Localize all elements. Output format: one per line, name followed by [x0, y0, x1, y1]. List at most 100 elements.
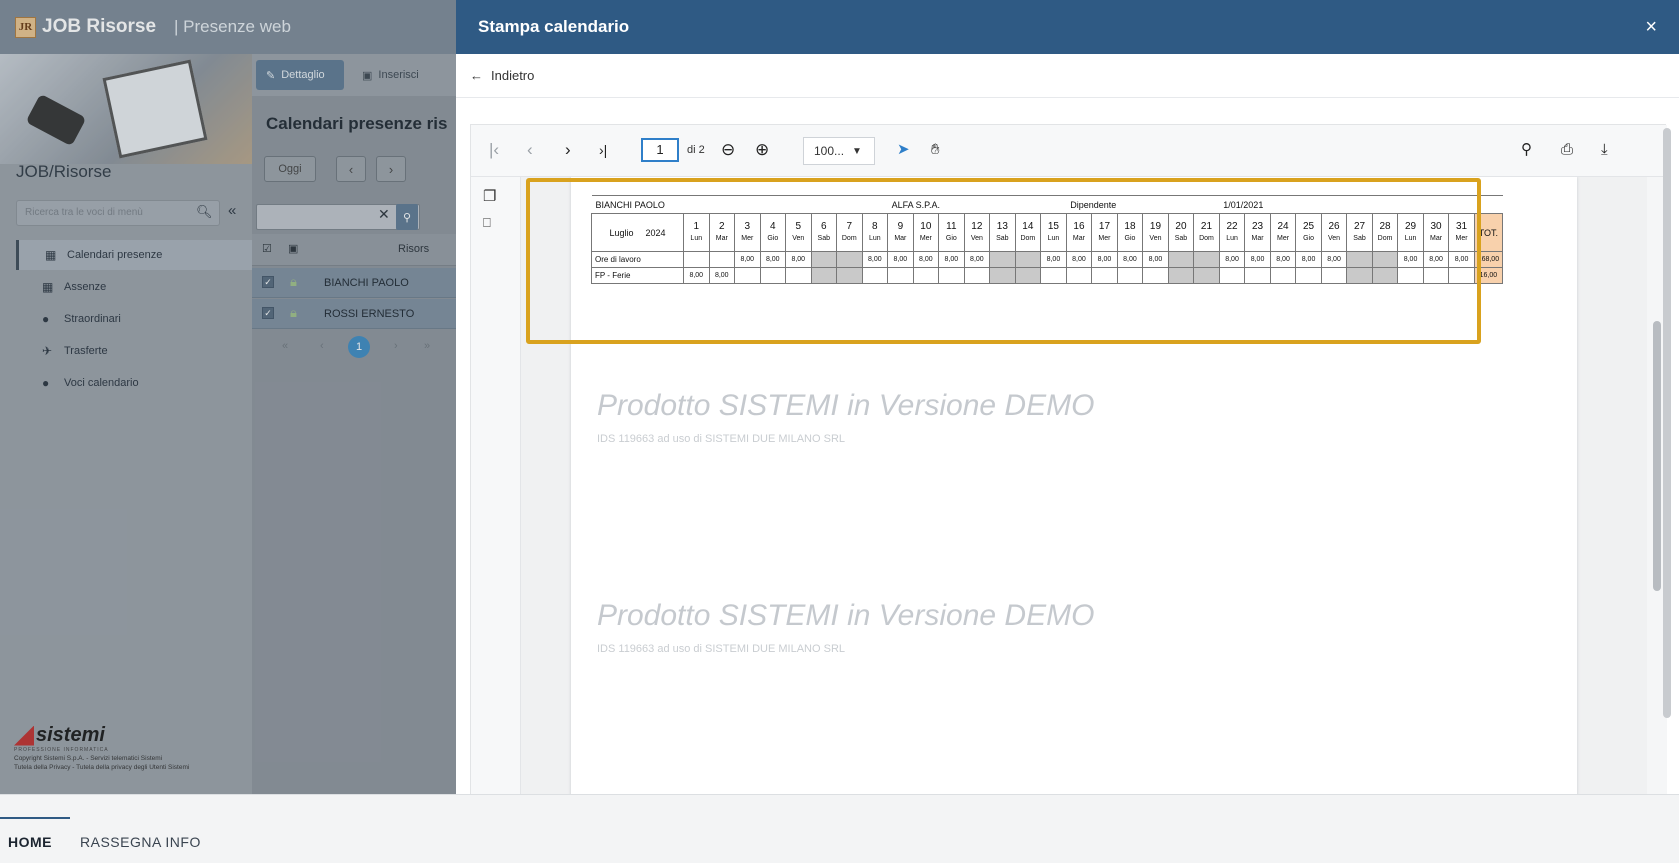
calendar-add-icon: ▣	[362, 69, 373, 82]
copyright-link[interactable]: Copyright Sistemi S.p.A. - Servizi telem…	[14, 755, 234, 762]
day-cell: 17 Mer	[1091, 213, 1118, 252]
prev-page-icon[interactable]: ‹	[320, 340, 324, 352]
value-cell: 8,00	[1142, 251, 1169, 268]
inserisci-button[interactable]: ▣ Inserisci	[354, 60, 419, 90]
select-all-checkbox[interactable]: ☑	[262, 242, 272, 255]
calendar-date: 1/01/2021	[1219, 195, 1503, 214]
value-cell	[1040, 267, 1067, 284]
page-number-input[interactable]: 1	[641, 138, 679, 162]
zoom-select[interactable]: 100... ▼	[803, 137, 875, 165]
value-cell	[1142, 267, 1169, 284]
value-cell	[1218, 267, 1246, 284]
column-risorsa[interactable]: Risors	[398, 243, 429, 255]
last-page-icon[interactable]: »	[424, 340, 430, 352]
day-cell: 11 Gio	[938, 213, 965, 252]
value-cell: 8,00	[1244, 251, 1271, 268]
menu-search-input[interactable]: Ricerca tra le voci di menù	[16, 200, 220, 226]
pages-icon[interactable]: ❐	[483, 187, 496, 205]
day-cell: 16 Mar	[1065, 213, 1093, 252]
last-page-icon[interactable]: ›|	[599, 141, 607, 159]
first-page-icon[interactable]: «	[282, 340, 288, 352]
calendar-days-row: Luglio 2024 1 Lun 2 Mar 3 Mer 4 Gio 5 Ven 6 Sab 7 Dom 8 L…	[590, 213, 1504, 252]
search-icon[interactable]: ⚲	[1521, 141, 1532, 159]
value-cell: 8,00	[1320, 251, 1348, 268]
day-cell: 26 Ven	[1320, 213, 1348, 252]
table-row[interactable]: ✓ 🔒︎ BIANCHI PAOLO	[252, 268, 456, 298]
download-icon[interactable]: ⤓	[1601, 141, 1608, 159]
search-button[interactable]: ⚲	[396, 204, 418, 230]
value-cell	[708, 251, 736, 268]
sidebar-item-assenze[interactable]: ▦ Assenze	[16, 272, 252, 302]
value-cell	[1116, 267, 1144, 284]
viewer-scrollbar-thumb[interactable]	[1653, 321, 1661, 591]
sidebar-item-straordinari[interactable]: ● Straordinari	[16, 304, 252, 334]
value-cell	[963, 267, 991, 284]
value-cell	[810, 267, 838, 284]
day-cell: 28 Dom	[1371, 213, 1399, 252]
calendar-icon: ▦	[42, 280, 54, 294]
oggi-button[interactable]: Oggi	[264, 156, 316, 182]
next-period-button[interactable]: ›	[376, 156, 406, 182]
clear-icon[interactable]: ✕	[378, 206, 390, 223]
value-cell	[912, 267, 940, 284]
sidebar-item-voci-calendario[interactable]: ● Voci calendario	[16, 368, 252, 398]
bookmark-icon[interactable]: ⎕	[483, 215, 491, 231]
next-page-icon[interactable]: ›	[394, 340, 398, 352]
value-cell	[1397, 267, 1424, 284]
sidebar-item-calendari-presenze[interactable]: ▦ Calendari presenze	[16, 240, 252, 270]
value-cell: 8,00	[1448, 251, 1475, 268]
print-calendar-dialog: Stampa calendario × ← Indietro |‹ ‹ › ›|…	[456, 0, 1679, 795]
dettaglio-button[interactable]: ✎ Dettaglio	[256, 60, 344, 90]
first-page-icon[interactable]: |‹	[489, 141, 499, 159]
zoom-out-icon[interactable]: ⊖	[721, 141, 735, 159]
hand-icon[interactable]: ✋︎	[931, 141, 940, 159]
table-row: Ore di lavoro 8,00 8,00 8,00 8,00 8,00 8,00 8,0…	[590, 251, 1504, 268]
day-cell: 20 Sab	[1167, 213, 1195, 252]
value-cell	[887, 267, 914, 284]
row-checkbox[interactable]: ✓	[262, 276, 274, 288]
grid-header: ☑ ▣ Risors	[252, 234, 456, 266]
value-cell: 8,00	[1040, 251, 1067, 268]
calendar-table: BIANCHI PAOLO ALFA S.P.A. Dipendente 1/01/2…	[590, 195, 1504, 284]
edit-icon: ✎	[266, 69, 276, 82]
demo-watermark: Prodotto SISTEMI in Versione DEMO	[597, 389, 1095, 422]
app-subtitle: | Presenze web	[174, 17, 291, 36]
sidebar: JOB/Risorse Ricerca tra le voci di menù …	[0, 54, 252, 794]
prev-page-icon[interactable]: ‹	[527, 141, 533, 159]
collapse-sidebar-icon[interactable]: «	[228, 202, 236, 219]
calendar-check-icon: ▣	[288, 243, 299, 255]
value-cell	[1014, 251, 1042, 268]
value-cell: 8,00	[912, 251, 940, 268]
table-row[interactable]: ✓ 🔒︎ ROSSI ERNESTO	[252, 299, 456, 329]
year-label: 2024	[645, 227, 666, 238]
zoom-in-icon[interactable]: ⊕	[755, 141, 769, 159]
search-icon[interactable]: 🔍︎	[196, 204, 213, 220]
phone-illustration	[25, 93, 87, 147]
value-cell: 8,00	[1218, 251, 1246, 268]
day-cell: 2 Mar	[708, 213, 736, 252]
tab-rassegna-info[interactable]: RASSEGNA INFO	[80, 834, 201, 850]
value-cell	[836, 251, 863, 268]
dialog-scrollbar-thumb[interactable]	[1663, 128, 1671, 718]
value-cell: 8,00	[683, 267, 710, 284]
dialog-header: Stampa calendario	[456, 0, 1679, 54]
sidebar-item-trasferte[interactable]: ✈ Trasferte	[16, 336, 252, 366]
dollar-icon: ●	[42, 376, 50, 390]
prev-period-button[interactable]: ‹	[336, 156, 366, 182]
row-checkbox[interactable]: ✓	[262, 307, 274, 319]
next-page-icon[interactable]: ›	[565, 141, 571, 159]
clock-icon: ●	[42, 312, 50, 326]
back-link[interactable]: ← Indietro	[456, 54, 1679, 98]
day-cell: 9 Mar	[887, 213, 914, 252]
app-logo: JR	[15, 16, 36, 38]
print-icon[interactable]: ⎙	[1561, 141, 1573, 159]
demo-watermark: Prodotto SISTEMI in Versione DEMO	[597, 599, 1095, 632]
tab-active-indicator	[0, 817, 70, 819]
close-icon[interactable]: ×	[1645, 16, 1657, 39]
value-cell	[989, 267, 1016, 284]
privacy-link[interactable]: Tutela della Privacy - Tutela della priv…	[14, 764, 234, 771]
tab-home[interactable]: HOME	[8, 834, 52, 850]
value-cell	[1448, 267, 1475, 284]
current-page[interactable]: 1	[348, 336, 370, 358]
pointer-icon[interactable]: ➤	[897, 141, 910, 159]
